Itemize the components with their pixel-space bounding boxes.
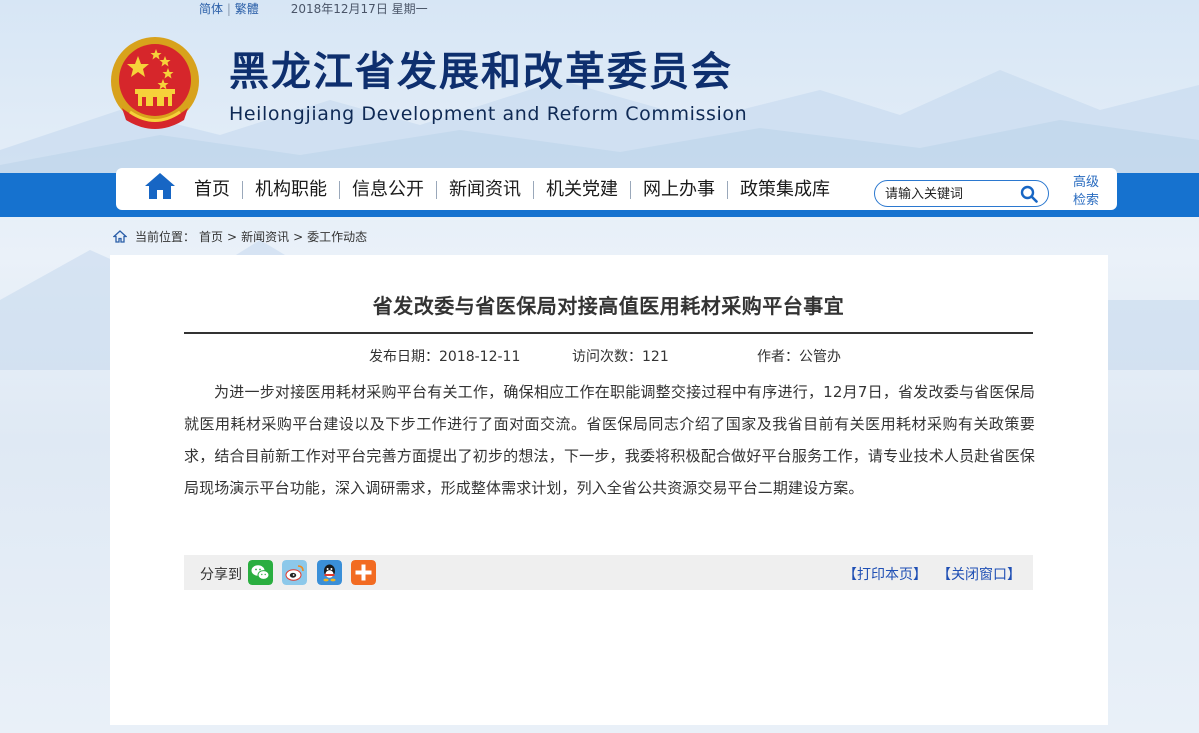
wechat-icon[interactable] [248, 560, 273, 585]
page: 简体 | 繁體 2018年12月17日 星期一 黑龙江省发展和改革委员会 Hei… [0, 0, 1199, 733]
print-page-link[interactable]: 【打印本页】 [843, 564, 927, 584]
visit-count: 访问次数：121 [572, 349, 669, 365]
article-body: 为进一步对接医用耗材采购平台有关工作，确保相应工作在职能调整交接过程中有序进行，… [184, 383, 1035, 497]
publish-date: 发布日期：2018-12-11 [369, 349, 521, 365]
breadcrumb-separator: > [293, 229, 304, 244]
breadcrumb-home-icon [113, 230, 127, 243]
article-author: 作者：公管办 [757, 349, 841, 365]
nav-item-online-services[interactable]: 网上办事 [631, 178, 727, 202]
close-window-link[interactable]: 【关闭窗口】 [937, 564, 1021, 584]
national-emblem-icon [111, 37, 199, 129]
breadcrumb-label: 当前位置： [135, 230, 196, 244]
advanced-search-line2: 检索 [1072, 193, 1099, 208]
share-label: 分享到 [200, 567, 242, 583]
weibo-icon[interactable] [282, 560, 307, 585]
breadcrumb-home[interactable]: 首页 [199, 228, 223, 245]
main-nav: 首页 机构职能 信息公开 新闻资讯 机关党建 网上办事 政策集成库 高级 检索 [116, 168, 1117, 210]
nav-item-policy-library[interactable]: 政策集成库 [728, 178, 842, 202]
article-title: 省发改委与省医保局对接高值医用耗材采购平台事宜 [372, 294, 845, 318]
article-meta: 发布日期：2018-12-11 访问次数：121 作者：公管办 [184, 346, 1033, 366]
site-title-en: Heilongjiang Development and Reform Comm… [229, 103, 748, 125]
nav-item-party-building[interactable]: 机关党建 [534, 178, 630, 202]
more-share-icon[interactable] [351, 560, 376, 585]
advanced-search-link[interactable]: 高级 检索 [1068, 174, 1104, 210]
nav-item-info-disclosure[interactable]: 信息公开 [340, 178, 436, 202]
share-bar: 分享到 【打印本页】 【关闭窗口】 [184, 555, 1033, 590]
lang-separator: | [226, 1, 231, 16]
page-actions: 【打印本页】 【关闭窗口】 [843, 564, 1021, 584]
home-icon[interactable] [144, 171, 176, 201]
search-input[interactable] [885, 184, 1015, 204]
search-icon[interactable] [1020, 185, 1038, 203]
nav-item-organization[interactable]: 机构职能 [243, 178, 339, 202]
advanced-search-line1: 高级 [1072, 175, 1099, 190]
breadcrumb-separator: > [227, 229, 238, 244]
breadcrumb: 当前位置： 首页 > 新闻资讯 > 委工作动态 [113, 228, 367, 245]
title-divider [184, 332, 1033, 334]
search-box [874, 180, 1049, 207]
lang-traditional-link[interactable]: 繁體 [235, 2, 259, 16]
qq-icon[interactable] [317, 560, 342, 585]
nav-item-home[interactable]: 首页 [182, 178, 242, 202]
breadcrumb-commission-news[interactable]: 委工作动态 [307, 228, 367, 245]
breadcrumb-news[interactable]: 新闻资讯 [241, 228, 289, 245]
top-bar: 简体 | 繁體 2018年12月17日 星期一 [199, 0, 428, 16]
nav-item-news[interactable]: 新闻资讯 [437, 178, 533, 202]
site-title-cn: 黑龙江省发展和改革委员会 [229, 49, 733, 95]
current-date: 2018年12月17日 星期一 [290, 1, 428, 16]
nav-items: 首页 机构职能 信息公开 新闻资讯 机关党建 网上办事 政策集成库 [182, 178, 842, 202]
lang-simplified-link[interactable]: 简体 [199, 2, 223, 16]
